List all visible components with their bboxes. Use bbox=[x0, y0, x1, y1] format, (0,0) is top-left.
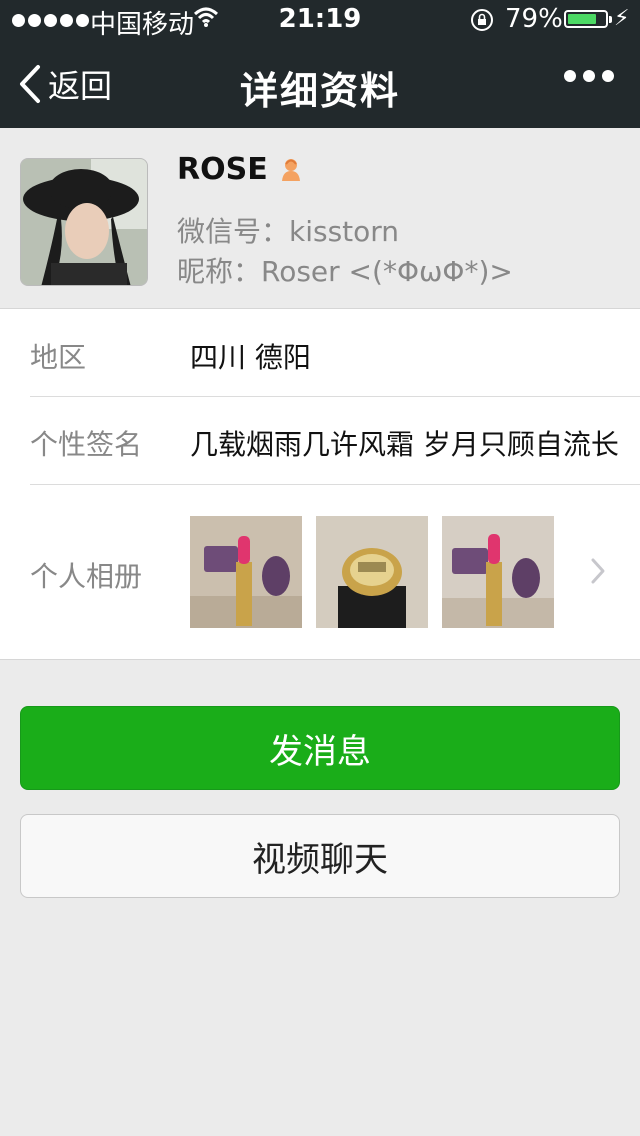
region-row: 地区 四川 德阳 bbox=[0, 309, 640, 396]
album-photo[interactable] bbox=[442, 516, 554, 628]
battery-percentage: 79% bbox=[505, 4, 563, 34]
battery-icon bbox=[564, 10, 612, 28]
navigation-bar: 中国移动 21:19 79% ⚡ 返回 详细资料 bbox=[0, 0, 640, 128]
avatar[interactable] bbox=[20, 158, 148, 286]
lipstick-cap-photo bbox=[316, 516, 428, 628]
profile-header: ROSE 微信号：kisstorn 昵称：Roser <(*ΦωΦ*)> bbox=[0, 128, 640, 309]
album-photo[interactable] bbox=[316, 516, 428, 628]
chevron-right-icon bbox=[591, 558, 605, 584]
video-call-button[interactable]: 视频聊天 bbox=[20, 814, 620, 898]
status-bar: 中国移动 21:19 79% ⚡ bbox=[0, 0, 640, 40]
signature-value: 几载烟雨几许风霜 岁月只顾自流长 bbox=[190, 428, 619, 461]
lipstick-photo bbox=[190, 516, 302, 628]
charging-icon: ⚡ bbox=[614, 6, 630, 31]
more-dots-icon[interactable] bbox=[564, 70, 614, 82]
signature-row: 个性签名 几载烟雨几许风霜 岁月只顾自流长 bbox=[0, 397, 640, 484]
wechat-id: 微信号：kisstorn bbox=[177, 215, 400, 248]
region-value: 四川 德阳 bbox=[190, 341, 311, 374]
name-row: ROSE bbox=[177, 152, 302, 187]
female-icon bbox=[281, 158, 300, 181]
rotation-lock-icon bbox=[471, 9, 493, 31]
lipstick-photo bbox=[442, 516, 554, 628]
page-title: 详细资料 bbox=[239, 69, 400, 113]
profile-info-list: 地区 四川 德阳 个性签名 几载烟雨几许风霜 岁月只顾自流长 个人相册 bbox=[0, 309, 640, 660]
avatar-photo bbox=[21, 159, 147, 285]
profile-name: ROSE bbox=[177, 152, 268, 187]
album-photo[interactable] bbox=[190, 516, 302, 628]
album-label: 个人相册 bbox=[30, 560, 143, 593]
send-message-button[interactable]: 发消息 bbox=[20, 706, 620, 790]
signature-label: 个性签名 bbox=[30, 428, 143, 461]
region-label: 地区 bbox=[30, 341, 87, 374]
nickname: 昵称：Roser <(*ΦωΦ*)> bbox=[177, 255, 513, 288]
